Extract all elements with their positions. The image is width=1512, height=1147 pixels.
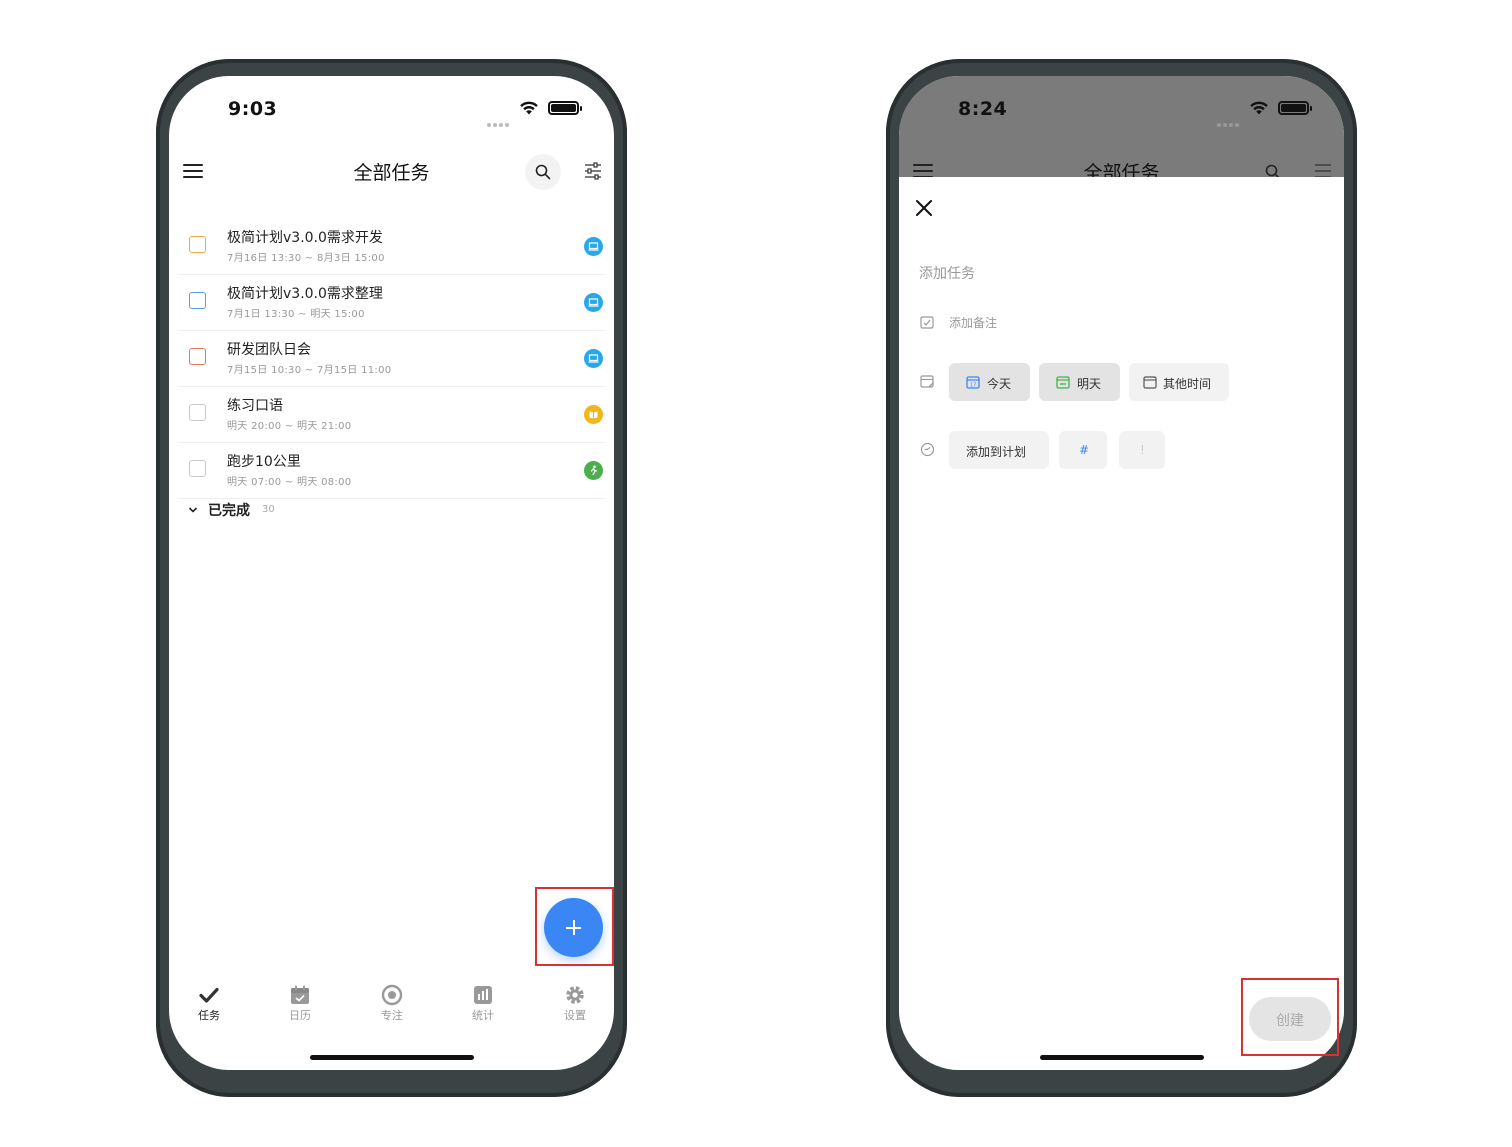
- date-tomorrow-button[interactable]: 明天: [1039, 363, 1120, 401]
- search-icon: [535, 164, 551, 180]
- task-checkbox[interactable]: [189, 236, 206, 253]
- nav-calendar[interactable]: 日历: [270, 984, 330, 1023]
- wifi-icon: [520, 101, 538, 115]
- date-tomorrow-label: 明天: [1077, 377, 1102, 391]
- create-highlight-box: [1241, 978, 1339, 1056]
- task-name: 跑步10公里: [227, 454, 301, 470]
- nav-label: 日历: [289, 1009, 311, 1022]
- task-checkbox[interactable]: [189, 292, 206, 309]
- svg-text:17: 17: [970, 383, 976, 389]
- status-time: 8:24: [958, 98, 1008, 120]
- task-name: 练习口语: [227, 398, 283, 414]
- task-time: 7月15日 10:30 ~ 7月15日 11:00: [227, 365, 392, 376]
- add-to-plan-label: 添加到计划: [966, 445, 1027, 459]
- date-other-label: 其他时间: [1163, 377, 1212, 391]
- completed-label: 已完成: [208, 503, 250, 519]
- calendar-icon: [291, 985, 309, 1004]
- battery-icon: [548, 101, 582, 115]
- gear-icon: [566, 986, 584, 1004]
- calendar-tomorrow-icon: [1056, 376, 1070, 389]
- add-task-screen: 8:24 全部任务 添加任务 添加备注 17 今天 明天 其他时间 添加到计划 …: [899, 76, 1344, 1070]
- calendar-edit-icon: [920, 375, 934, 388]
- date-other-button[interactable]: 其他时间: [1129, 363, 1229, 401]
- focus-icon: [381, 984, 403, 1006]
- laptop-icon: [584, 349, 603, 368]
- calendar-other-icon: [1143, 376, 1157, 389]
- task-row[interactable]: 极简计划v3.0.0需求整理 7月1日 13:30 ~ 明天 15:00: [177, 275, 606, 331]
- nav-label: 统计: [472, 1009, 494, 1022]
- plan-icon: [920, 442, 935, 457]
- app-header: 全部任务: [169, 146, 614, 196]
- task-name: 极简计划v3.0.0需求开发: [227, 230, 383, 246]
- add-to-plan-button[interactable]: 添加到计划: [949, 431, 1049, 469]
- status-bar: 9:03: [169, 76, 614, 146]
- date-today-button[interactable]: 17 今天: [949, 363, 1030, 401]
- wifi-icon: [1250, 101, 1268, 115]
- battery-icon: [1278, 101, 1312, 115]
- add-task-sheet: 添加任务 添加备注 17 今天 明天 其他时间 添加到计划 # ! 创建: [899, 177, 1344, 1070]
- nav-stats[interactable]: 统计: [453, 984, 513, 1023]
- task-time: 7月16日 13:30 ~ 8月3日 15:00: [227, 253, 385, 264]
- status-bar: 8:24: [899, 76, 1344, 146]
- task-row[interactable]: 极简计划v3.0.0需求开发 7月16日 13:30 ~ 8月3日 15:00: [177, 219, 606, 275]
- laptop-icon: [584, 237, 603, 256]
- filter-icon[interactable]: [584, 162, 602, 180]
- completed-count: 30: [262, 504, 275, 515]
- task-name: 研发团队日会: [227, 342, 311, 358]
- note-icon: [920, 316, 934, 329]
- chevron-down-icon: [188, 507, 198, 513]
- task-checkbox[interactable]: [189, 460, 206, 477]
- task-row[interactable]: 研发团队日会 7月15日 10:30 ~ 7月15日 11:00: [177, 331, 606, 387]
- task-checkbox[interactable]: [189, 404, 206, 421]
- home-indicator: [310, 1055, 474, 1060]
- nav-label: 任务: [198, 1009, 220, 1022]
- chart-icon: [474, 986, 492, 1004]
- close-icon[interactable]: [915, 199, 933, 217]
- add-tag-button[interactable]: #: [1059, 431, 1107, 469]
- task-title-input[interactable]: 添加任务: [919, 263, 975, 283]
- runner-icon: [584, 461, 603, 480]
- nav-settings[interactable]: 设置: [545, 984, 605, 1023]
- date-today-label: 今天: [987, 377, 1012, 391]
- nav-focus[interactable]: 专注: [362, 984, 422, 1023]
- priority-label: !: [1140, 443, 1145, 457]
- nav-label: 设置: [564, 1009, 586, 1022]
- note-placeholder: 添加备注: [949, 316, 998, 330]
- signal-icon: [487, 112, 511, 127]
- home-indicator: [1040, 1055, 1204, 1060]
- task-time: 明天 07:00 ~ 明天 08:00: [227, 477, 352, 488]
- search-button[interactable]: [525, 154, 561, 190]
- priority-button[interactable]: !: [1119, 431, 1165, 469]
- calendar-today-icon: 17: [966, 376, 980, 389]
- laptop-icon: [584, 293, 603, 312]
- add-tag-label: #: [1079, 443, 1090, 457]
- task-name: 极简计划v3.0.0需求整理: [227, 286, 383, 302]
- status-time: 9:03: [228, 98, 278, 120]
- task-checkbox[interactable]: [189, 348, 206, 365]
- phone-frame-right: 8:24 全部任务 添加任务 添加备注 17 今天 明天 其他时间 添加到计划 …: [886, 59, 1357, 1097]
- task-row[interactable]: 练习口语 明天 20:00 ~ 明天 21:00: [177, 387, 606, 443]
- check-icon: [199, 987, 219, 1003]
- task-time: 明天 20:00 ~ 明天 21:00: [227, 421, 352, 432]
- task-time: 7月1日 13:30 ~ 明天 15:00: [227, 309, 365, 320]
- nav-label: 专注: [381, 1009, 403, 1022]
- fab-highlight-box: [535, 887, 614, 966]
- signal-icon: [1217, 112, 1241, 127]
- task-row[interactable]: 跑步10公里 明天 07:00 ~ 明天 08:00: [177, 443, 606, 499]
- nav-tasks[interactable]: 任务: [179, 984, 239, 1023]
- book-icon: [584, 405, 603, 424]
